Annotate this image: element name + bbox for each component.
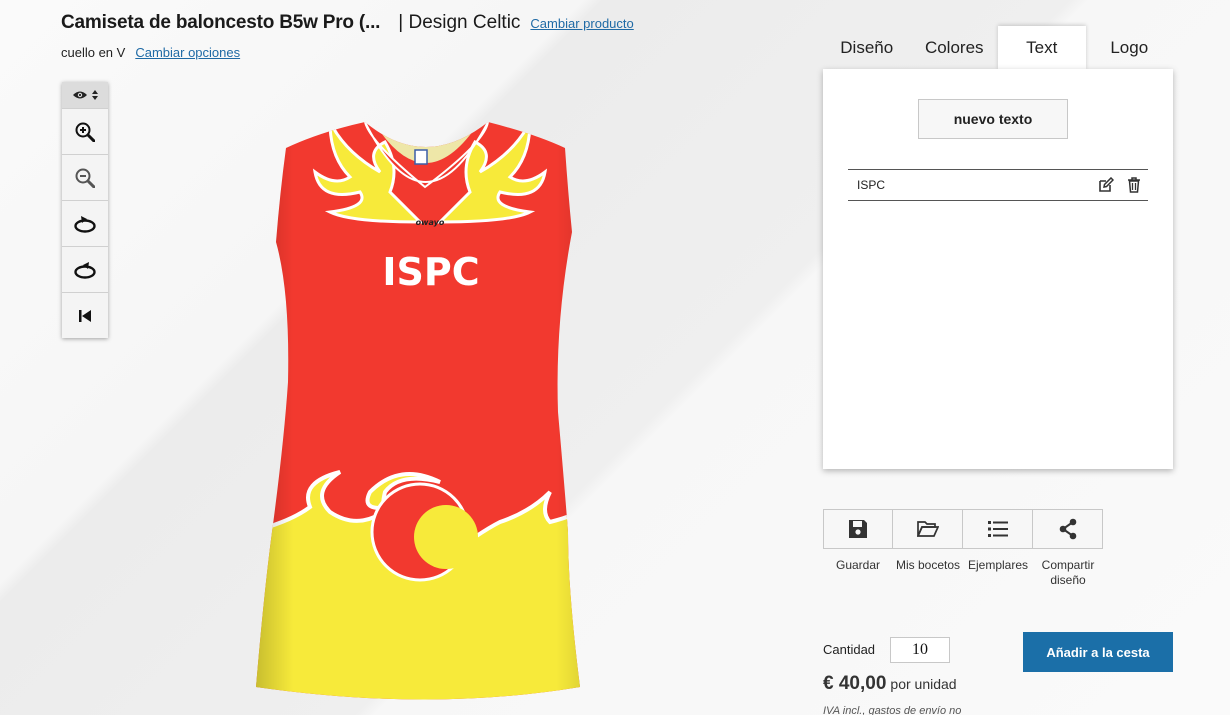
- new-text-button[interactable]: nuevo texto: [918, 99, 1068, 139]
- zoom-out-button[interactable]: [62, 154, 108, 200]
- my-sketches-button[interactable]: Mis bocetos: [893, 509, 963, 588]
- add-to-cart-button[interactable]: Añadir a la cesta: [1023, 632, 1173, 672]
- share-design-button[interactable]: Compartir diseño: [1033, 509, 1103, 588]
- my-sketches-button-box: [893, 509, 963, 549]
- list-icon: [987, 521, 1008, 537]
- rotate-right-button[interactable]: [62, 200, 108, 246]
- editor-tabs: Diseño Colores Text Logo: [823, 26, 1173, 70]
- jersey-preview[interactable]: owayo ISPC: [250, 112, 610, 712]
- zoom-in-icon: [75, 122, 95, 142]
- jersey-chest-text[interactable]: ISPC: [382, 250, 479, 294]
- save-button-box: [823, 509, 893, 549]
- quantity-input[interactable]: [890, 637, 950, 663]
- sort-arrows-icon: [92, 90, 98, 100]
- examples-button-box: [963, 509, 1033, 549]
- quantity-label: Cantidad: [823, 642, 876, 657]
- jersey-brand-logo: owayo: [416, 218, 445, 227]
- zoom-in-button[interactable]: [62, 108, 108, 154]
- jersey-shading: [256, 122, 580, 700]
- options-row: cuello en V Cambiar opciones: [61, 45, 240, 60]
- save-button[interactable]: Guardar: [823, 509, 893, 588]
- rotate-right-icon: [74, 215, 96, 233]
- design-name: | Design Celtic: [398, 12, 521, 33]
- save-icon: [849, 520, 867, 538]
- share-icon: [1059, 518, 1076, 540]
- size-tag: [414, 149, 428, 165]
- price-row: € 40,00 por unidad: [823, 673, 957, 695]
- unit-price: € 40,00: [823, 673, 887, 694]
- rotate-left-icon: [74, 261, 96, 279]
- price-unit: por unidad: [890, 676, 957, 692]
- view-toolbar: [62, 82, 108, 338]
- edit-icon: [1099, 177, 1114, 192]
- folder-open-icon: [916, 521, 939, 537]
- reset-view-icon: [79, 309, 91, 322]
- tax-note: IVA incl., gastos de envío no: [823, 705, 962, 715]
- tab-diseno[interactable]: Diseño: [823, 26, 911, 70]
- rotate-left-button[interactable]: [62, 246, 108, 292]
- tab-logo[interactable]: Logo: [1086, 26, 1174, 70]
- design-actions: Guardar Mis bocetos Ejemplares Compartir…: [823, 509, 1104, 588]
- product-title: Camiseta de baloncesto B5w Pro (...: [61, 12, 381, 33]
- title-row: Camiseta de baloncesto B5w Pro (... | De…: [61, 12, 634, 38]
- tab-colores[interactable]: Colores: [911, 26, 999, 70]
- change-options-link[interactable]: Cambiar opciones: [135, 45, 240, 60]
- examples-button[interactable]: Ejemplares: [963, 509, 1033, 588]
- eye-icon: [73, 91, 87, 99]
- save-label: Guardar: [835, 558, 881, 572]
- text-panel: nuevo texto ISPC: [823, 69, 1173, 469]
- change-product-link[interactable]: Cambiar producto: [530, 16, 633, 31]
- examples-label: Ejemplares: [967, 558, 1029, 572]
- selected-option: cuello en V: [61, 45, 126, 60]
- text-list-item[interactable]: ISPC: [848, 169, 1148, 201]
- reset-view-button[interactable]: [62, 292, 108, 338]
- share-design-label: Compartir diseño: [1041, 558, 1095, 587]
- delete-text-button[interactable]: [1120, 171, 1148, 199]
- tab-text[interactable]: Text: [998, 26, 1086, 70]
- share-design-button-box: [1033, 509, 1103, 549]
- trash-icon: [1128, 177, 1140, 193]
- toolbar-visibility-toggle[interactable]: [62, 82, 108, 108]
- edit-text-button[interactable]: [1092, 171, 1120, 199]
- zoom-out-icon: [75, 168, 95, 188]
- text-item-label: ISPC: [857, 178, 886, 192]
- my-sketches-label: Mis bocetos: [895, 558, 961, 572]
